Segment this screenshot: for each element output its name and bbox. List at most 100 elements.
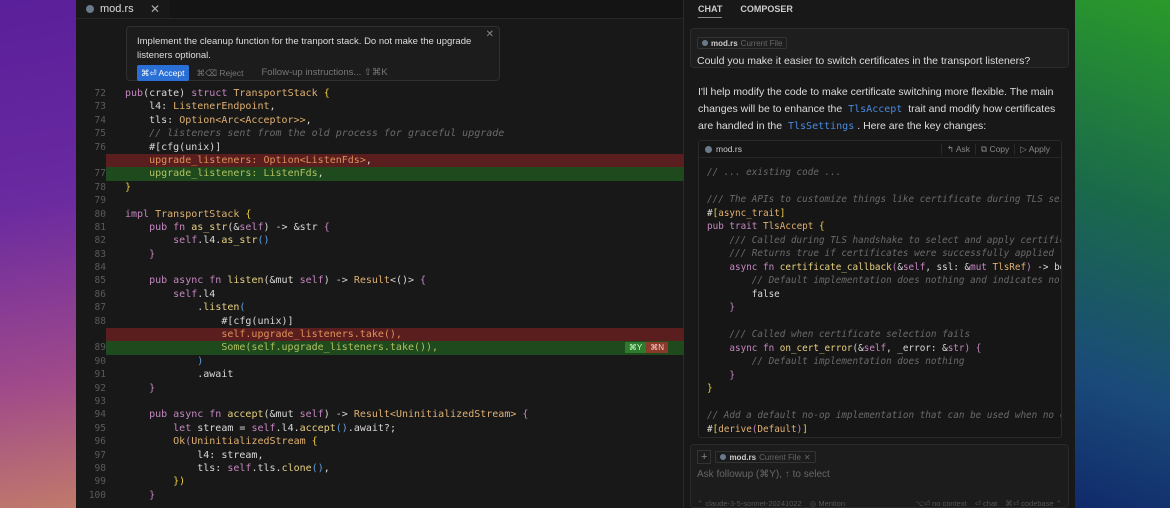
code-line: 96 Ok(UninitializedStream { xyxy=(76,435,684,448)
deleted-line: upgrade_listeners: Option<ListenFds>, xyxy=(76,153,684,168)
code-token: ListenerEndpoint xyxy=(173,101,270,113)
remove-chip-icon[interactable]: ✕ xyxy=(804,453,811,462)
codebase-button[interactable]: ⌘⏎ codebase ⌃ xyxy=(1005,499,1062,508)
line-source xyxy=(106,261,684,274)
code-token: str xyxy=(947,342,965,354)
code-token: ( xyxy=(239,302,246,314)
ask-button[interactable]: ↰ Ask xyxy=(940,143,975,155)
line-source: } xyxy=(707,301,735,315)
code-token: accept xyxy=(299,422,336,434)
followup-input[interactable]: Ask followup (⌘Y), ↑ to select xyxy=(697,469,1062,480)
code-token: (& xyxy=(852,342,864,354)
mention-button[interactable]: ◎ Mention xyxy=(810,499,845,508)
add-context-button[interactable]: + xyxy=(697,450,712,464)
line-number: 83 xyxy=(94,248,106,260)
code-line: /// Called when certificate selection fa… xyxy=(707,328,1061,342)
tab-composer[interactable]: COMPOSER xyxy=(740,4,793,20)
line-number: 76 xyxy=(94,141,106,153)
code-token: } xyxy=(125,489,156,501)
line-number: 73 xyxy=(94,101,106,113)
code-token: ] xyxy=(779,207,786,219)
inline-code: TlsAccept xyxy=(848,103,903,115)
apply-button[interactable]: ▷ Apply xyxy=(1014,143,1055,155)
code-token: async fn xyxy=(707,261,780,273)
code-token: ) -> &str xyxy=(263,221,324,233)
code-token: } xyxy=(707,369,735,381)
code-token: certificate_callback xyxy=(779,261,892,273)
close-prompt-icon[interactable]: ✕ xyxy=(486,28,494,42)
line-number: 86 xyxy=(94,288,106,300)
code-token: { xyxy=(323,221,330,233)
followup-input[interactable]: Follow-up instructions... ⇧⌘K xyxy=(262,66,388,80)
model-selector[interactable]: ⌃ claude-3-5-sonnet-20241022 xyxy=(697,499,802,508)
line-source: /// Called during TLS handshake to selec… xyxy=(707,234,1061,248)
line-source: false xyxy=(707,288,780,302)
tab-mod-rs[interactable]: mod.rs ✕ xyxy=(76,0,170,18)
line-number: 97 xyxy=(94,449,106,461)
code-token: Some(self.upgrade_listeners.take()), xyxy=(125,342,439,354)
tab-chat[interactable]: CHAT xyxy=(698,4,723,18)
code-line: /// Called during TLS handshake to selec… xyxy=(707,234,1061,248)
accept-line-badge[interactable]: ⌘Y xyxy=(624,342,647,354)
line-source: } xyxy=(106,382,684,395)
code-token: // Default implementation does nothing a… xyxy=(707,275,1060,286)
line-source: self.upgrade_listeners.take(), xyxy=(106,328,684,342)
code-token: self xyxy=(239,221,264,233)
line-number: 84 xyxy=(94,262,106,274)
chip-sub: Current File xyxy=(740,38,783,48)
code-token: self xyxy=(863,342,887,354)
code-token: /// Returns true if certificates were su… xyxy=(707,248,1055,259)
reject-line-badge[interactable]: ⌘N xyxy=(646,342,668,354)
code-token: pub fn xyxy=(125,221,192,233)
code-line: 99 }) xyxy=(76,475,684,488)
chat-submit-button[interactable]: ⏎ chat xyxy=(975,499,998,508)
user-message-text: Could you make it easier to switch certi… xyxy=(697,55,1031,67)
code-block-content: // ... existing code ... /// The APIs to … xyxy=(699,158,1061,436)
context-chip[interactable]: mod.rs Current File ✕ xyxy=(715,451,816,463)
code-token: .await?; xyxy=(347,422,396,434)
line-source: pub(crate) struct TransportStack { xyxy=(106,87,684,100)
code-token: l4: stream, xyxy=(125,449,264,461)
line-source: async fn on_cert_error(&self, _error: &s… xyxy=(707,342,981,356)
line-source: // Default implementation does nothing xyxy=(707,355,965,369)
accept-button[interactable]: ⌘⏎ Accept xyxy=(137,65,189,81)
code-area[interactable]: 72 pub(crate) struct TransportStack {73 l… xyxy=(76,87,684,502)
line-source: pub async fn accept(&mut self) -> Result… xyxy=(106,408,684,421)
code-token: } xyxy=(125,382,156,394)
reject-button[interactable]: ⌘⌫ Reject xyxy=(197,66,244,80)
line-number: 80 xyxy=(94,208,106,220)
code-token: accept xyxy=(227,409,264,421)
code-line: 83 } xyxy=(76,248,684,261)
code-token: (crate) xyxy=(143,88,192,99)
line-number xyxy=(76,154,106,167)
context-chip[interactable]: mod.rs Current File xyxy=(697,37,788,49)
tab-bar: mod.rs ✕ xyxy=(76,0,683,19)
no-context-button[interactable]: ⌥⏎ no context xyxy=(915,499,967,508)
line-source: pub fn as_str(&self) -> &str { xyxy=(106,221,684,234)
code-line: #[derive(Default)] xyxy=(707,423,1061,437)
code-token: // listeners sent from the old process f… xyxy=(125,128,505,140)
added-line: 77 upgrade_listeners: ListenFds, xyxy=(76,167,684,181)
code-token: .l4. xyxy=(275,422,300,434)
code-token: self xyxy=(125,235,198,247)
code-token: self xyxy=(251,422,276,434)
code-token: l4: xyxy=(125,101,174,113)
line-number: 85 xyxy=(94,275,106,287)
line-source: /// The APIs to customize things like ce… xyxy=(707,193,1061,207)
close-tab-icon[interactable]: ✕ xyxy=(150,2,160,16)
line-number xyxy=(76,328,106,341)
code-token: , ssl: & xyxy=(925,261,971,273)
line-number: 88 xyxy=(94,315,106,327)
code-token: self xyxy=(902,261,926,273)
code-token: TransportStack xyxy=(155,208,246,220)
line-number: 72 xyxy=(94,88,106,99)
code-token: stream = xyxy=(197,422,252,434)
copy-button[interactable]: ⧉ Copy xyxy=(975,143,1014,155)
line-source: } xyxy=(707,369,735,383)
code-token: , xyxy=(305,114,312,126)
line-number: 98 xyxy=(94,462,106,474)
line-source: impl TransportStack { xyxy=(106,208,684,221)
rust-file-icon xyxy=(86,5,94,13)
line-number: 79 xyxy=(94,195,106,207)
